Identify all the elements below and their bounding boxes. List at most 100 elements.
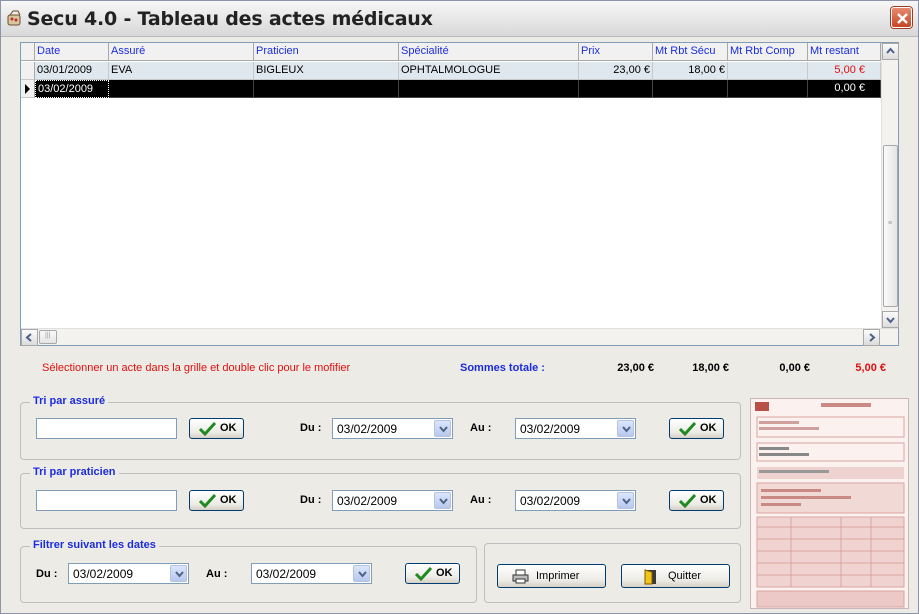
col-assure[interactable]: Assuré (109, 43, 254, 61)
checkmark-icon (198, 421, 217, 436)
ok-praticien-button[interactable]: OK (189, 490, 244, 511)
checkmark-icon (678, 421, 697, 436)
cell-praticien[interactable] (254, 80, 399, 98)
arrow-left-icon (25, 333, 32, 342)
checkmark-icon (678, 493, 697, 508)
cell-specialite[interactable]: OPHTALMOLOGUE (399, 62, 579, 80)
arrow-up-icon (886, 47, 895, 54)
acts-grid[interactable]: Date Assuré Praticien Spécialité Prix Mt… (20, 42, 899, 346)
horizontal-scroll-thumb[interactable]: ||| (39, 330, 57, 344)
du-date-select[interactable]: 03/02/2009 (68, 563, 189, 584)
arrow-down-icon (886, 317, 895, 324)
total-rbt-comp: 0,00 € (779, 362, 810, 374)
du-label: Du : (300, 494, 322, 506)
ok-label: OK (700, 422, 717, 434)
row-indicator[interactable] (21, 80, 35, 98)
col-prix[interactable]: Prix (579, 43, 653, 61)
du-label: Du : (36, 568, 58, 580)
total-restant: 5,00 € (855, 362, 886, 374)
col-rbt-secu[interactable]: Mt Rbt Sécu (653, 43, 728, 61)
app-icon (7, 10, 21, 26)
header-indicator (21, 43, 35, 61)
dropdown-button[interactable] (617, 492, 634, 509)
dropdown-button[interactable] (434, 420, 451, 437)
row-indicator[interactable] (21, 62, 35, 80)
ok-assure-button[interactable]: OK (189, 418, 244, 439)
vertical-scrollbar[interactable]: ≡ (881, 43, 899, 328)
col-specialite[interactable]: Spécialité (399, 43, 579, 61)
au-date-select[interactable]: 03/02/2009 (251, 563, 372, 584)
cell-assure[interactable] (109, 80, 254, 98)
chevron-down-icon (622, 498, 631, 505)
ok-label: OK (436, 567, 453, 579)
cell-rbt-comp[interactable] (728, 62, 808, 80)
ok-dates-assure-button[interactable]: OK (669, 418, 724, 439)
quit-button[interactable]: Quitter (621, 564, 730, 588)
table-row-selected[interactable]: 03/02/2009 0,00 € (21, 80, 881, 98)
chevron-down-icon (358, 571, 367, 578)
au-label: Au : (206, 568, 228, 580)
form-preview-icon (751, 399, 908, 608)
cell-prix[interactable]: 23,00 € (579, 62, 653, 80)
cell-restant[interactable]: 5,00 € (808, 62, 881, 80)
cell-rbt-secu[interactable]: 18,00 € (653, 62, 728, 80)
cell-rbt-secu[interactable] (653, 80, 728, 98)
cell-assure[interactable]: EVA (109, 62, 254, 80)
actions-box: Imprimer Quitter (484, 543, 741, 603)
group-tri-assure: Tri par assuré OK Du : 03/02/2009 Au : 0… (20, 395, 741, 460)
scroll-up-button[interactable] (882, 43, 899, 60)
scroll-right-button[interactable] (863, 329, 880, 346)
assure-input[interactable] (36, 418, 177, 439)
col-rbt-comp[interactable]: Mt Rbt Comp (728, 43, 808, 61)
total-prix: 23,00 € (617, 362, 654, 374)
table-row[interactable]: 03/01/2009 EVA BIGLEUX OPHTALMOLOGUE 23,… (21, 62, 881, 80)
cell-rbt-comp[interactable] (728, 80, 808, 98)
dropdown-button[interactable] (617, 420, 634, 437)
ok-label: OK (220, 422, 237, 434)
au-date-select[interactable]: 03/02/2009 (515, 418, 636, 439)
close-button[interactable] (891, 7, 912, 28)
cell-date[interactable]: 03/02/2009 (35, 80, 109, 98)
feuille-de-soins-image (750, 398, 909, 609)
cell-date[interactable]: 03/01/2009 (35, 62, 109, 80)
chevron-down-icon (175, 571, 184, 578)
col-praticien[interactable]: Praticien (254, 43, 399, 61)
au-date-value: 03/02/2009 (520, 494, 581, 508)
scroll-down-button[interactable] (882, 311, 899, 328)
col-date[interactable]: Date (35, 43, 109, 61)
du-date-select[interactable]: 03/02/2009 (332, 490, 453, 511)
title-bar[interactable]: Secu 4.0 - Tableau des actes médicaux (1, 1, 918, 37)
praticien-input[interactable] (36, 490, 177, 511)
row-pointer-icon (25, 84, 30, 94)
du-date-select[interactable]: 03/02/2009 (332, 418, 453, 439)
print-button[interactable]: Imprimer (497, 564, 606, 588)
window-title: Secu 4.0 - Tableau des actes médicaux (27, 8, 433, 30)
chevron-down-icon (439, 498, 448, 505)
col-restant[interactable]: Mt restant (808, 43, 881, 61)
dropdown-button[interactable] (434, 492, 451, 509)
chevron-down-icon (622, 426, 631, 433)
checkmark-icon (414, 566, 433, 581)
grip-icon: ≡ (888, 220, 893, 227)
cell-praticien[interactable]: BIGLEUX (254, 62, 399, 80)
dropdown-button[interactable] (353, 565, 370, 582)
group-title: Tri par assuré (30, 395, 109, 407)
scroll-left-button[interactable] (21, 329, 38, 346)
horizontal-scrollbar[interactable]: ||| (21, 328, 898, 346)
group-tri-praticien: Tri par praticien OK Du : 03/02/2009 Au … (20, 466, 741, 529)
du-date-value: 03/02/2009 (337, 494, 398, 508)
cell-restant[interactable]: 0,00 € (808, 80, 881, 98)
grip-icon: ||| (45, 332, 51, 339)
du-label: Du : (300, 422, 322, 434)
ok-dates-praticien-button[interactable]: OK (669, 490, 724, 511)
au-date-select[interactable]: 03/02/2009 (515, 490, 636, 511)
group-filtre-dates: Filtrer suivant les dates Du : 03/02/200… (20, 539, 477, 603)
cell-specialite[interactable] (399, 80, 579, 98)
exit-door-icon (644, 569, 656, 585)
ok-filtre-dates-button[interactable]: OK (405, 563, 460, 584)
total-rbt-secu: 18,00 € (692, 362, 729, 374)
dropdown-button[interactable] (170, 565, 187, 582)
cell-prix[interactable] (579, 80, 653, 98)
vertical-scroll-thumb[interactable]: ≡ (883, 145, 898, 307)
printer-icon (512, 569, 529, 584)
